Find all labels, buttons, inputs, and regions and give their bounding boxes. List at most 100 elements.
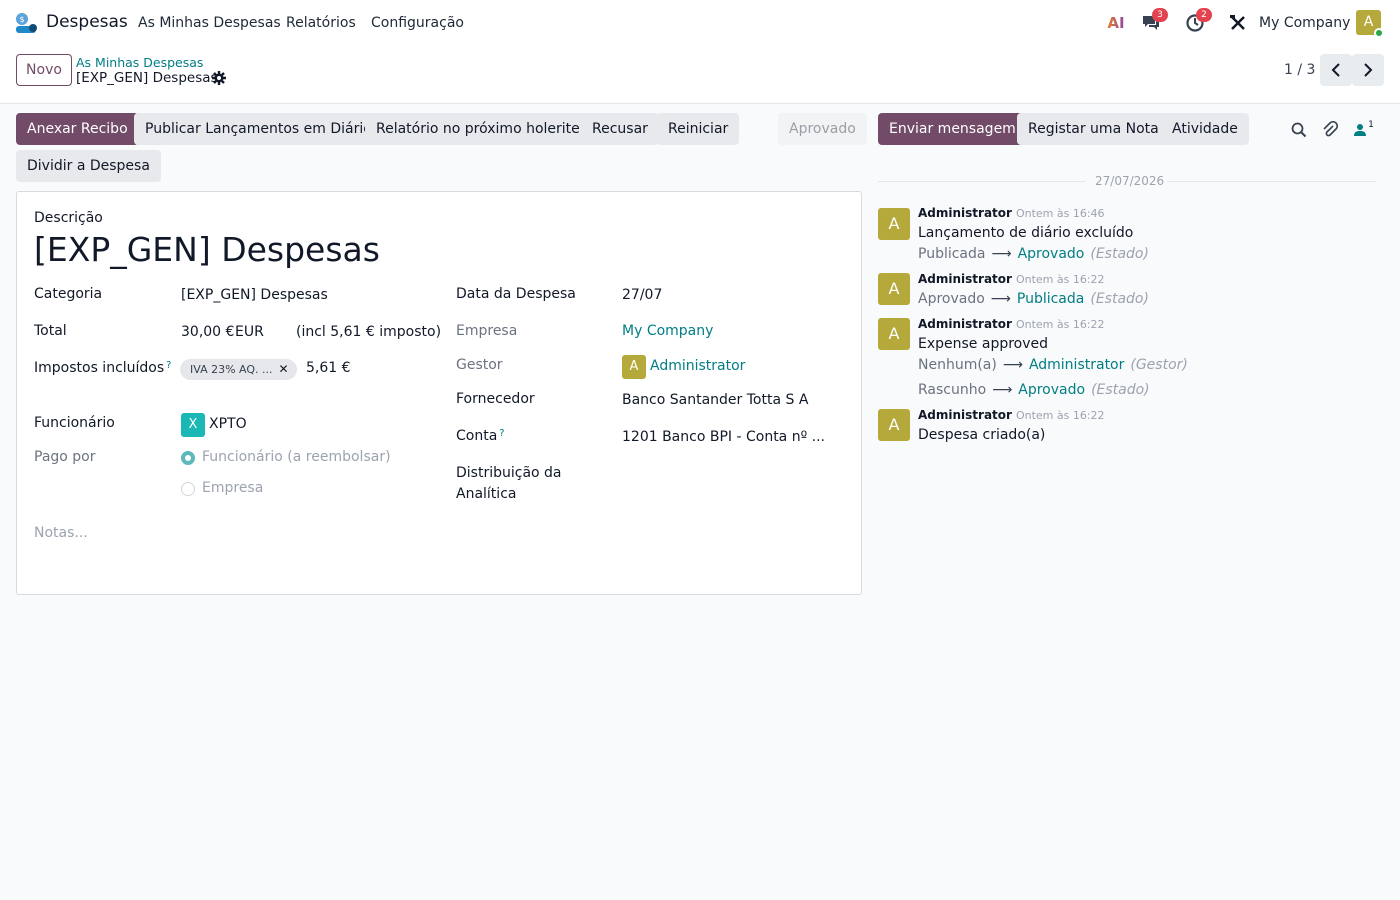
tax-tag[interactable]: IVA 23% AQ. ... ✕	[180, 359, 297, 380]
send-message-button[interactable]: Enviar mensagem	[878, 113, 1027, 145]
manager-label: Gestor	[456, 357, 503, 373]
company-switcher[interactable]: My Company	[1259, 15, 1350, 31]
message-author: Administrator Ontem às 16:22	[918, 408, 1105, 422]
refuse-button[interactable]: Recusar	[581, 113, 659, 145]
app-name[interactable]: Despesas	[46, 12, 128, 32]
message-avatar[interactable]: A	[878, 208, 910, 240]
message-author-name[interactable]: Administrator	[918, 408, 1012, 422]
analytic-distribution-label-2: Analítica	[456, 486, 517, 502]
message-body: Lançamento de diário excluído	[918, 225, 1134, 241]
tracking-field-name: (Estado)	[1091, 382, 1150, 398]
message-avatar[interactable]: A	[878, 409, 910, 441]
account-label: Conta?	[456, 428, 505, 444]
tracking-old-value: Publicada	[918, 246, 986, 262]
help-tooltip-icon[interactable]: ?	[166, 360, 171, 371]
total-amount-field[interactable]: 30,00 €	[181, 324, 234, 340]
activities-badge: 2	[1196, 8, 1212, 22]
ai-label: AI	[1107, 14, 1125, 32]
message-author: Administrator Ontem às 16:22	[918, 317, 1105, 331]
employee-field[interactable]: XPTO	[209, 416, 247, 432]
split-expense-button[interactable]: Dividir a Despesa	[16, 150, 161, 182]
activity-button[interactable]: Atividade	[1161, 113, 1249, 145]
message-avatar[interactable]: A	[878, 273, 910, 305]
arrow-right-icon: ⟶	[991, 246, 1012, 262]
paid-by-company-label[interactable]: Empresa	[202, 480, 263, 496]
pager-next-button[interactable]	[1352, 54, 1384, 86]
report-next-payslip-button[interactable]: Relatório no próximo holerite	[365, 113, 591, 145]
activities-clock-icon[interactable]: 2	[1183, 8, 1212, 35]
tracking-value: Publicada ⟶ Aprovado (Estado)	[918, 246, 1149, 262]
attach-receipt-button[interactable]: Anexar Recibo	[16, 113, 139, 145]
vendor-field[interactable]: Banco Santander Totta S A	[622, 392, 808, 408]
tracking-field-name: (Estado)	[1090, 246, 1149, 262]
manager-avatar: A	[622, 355, 646, 379]
control-panel: Novo As Minhas Despesas [EXP_GEN] Despes…	[0, 46, 1400, 104]
paid-by-employee-radio[interactable]	[181, 451, 195, 465]
user-initial: A	[1363, 14, 1374, 30]
paid-by-employee-label[interactable]: Funcionário (a reembolsar)	[202, 449, 391, 465]
user-avatar[interactable]: A	[1356, 10, 1384, 38]
status-approved: Aprovado	[778, 113, 867, 145]
close-icon[interactable]: ✕	[279, 362, 289, 376]
pager-value[interactable]: 1 / 3	[1284, 62, 1315, 78]
ai-icon[interactable]: AI	[1104, 11, 1128, 35]
expense-date-label: Data da Despesa	[456, 286, 576, 302]
message-author-name[interactable]: Administrator	[918, 272, 1012, 286]
message-author: Administrator Ontem às 16:22	[918, 272, 1105, 286]
expense-date-field[interactable]: 27/07	[622, 287, 662, 303]
expenses-app-icon[interactable]: $	[14, 12, 38, 34]
chevron-right-icon	[1364, 63, 1373, 77]
tracking-value: Nenhum(a) ⟶ Administrator (Gestor)	[918, 357, 1188, 373]
tracking-field-name: (Estado)	[1090, 291, 1149, 307]
manager-field[interactable]: Administrator	[650, 358, 745, 374]
tracking-old-value: Aprovado	[918, 291, 985, 307]
menu-my-expenses[interactable]: As Minhas Despesas	[138, 15, 281, 31]
arrow-right-icon: ⟶	[1002, 357, 1023, 373]
category-field[interactable]: [EXP_GEN] Despesas	[181, 287, 328, 303]
tax-amount-field[interactable]: 5,61 €	[306, 360, 351, 376]
messages-icon[interactable]: 3	[1139, 8, 1168, 35]
date-separator-text: 27/07/2026	[1095, 174, 1165, 188]
message-body: Despesa criado(a)	[918, 427, 1046, 443]
followers-icon[interactable]: 1	[1352, 120, 1376, 140]
svg-text:$: $	[19, 15, 24, 24]
tracking-old-value: Rascunho	[918, 382, 987, 398]
tracking-new-value: Aprovado	[1017, 246, 1085, 262]
help-tooltip-icon[interactable]: ?	[499, 428, 504, 439]
paid-by-label: Pago por	[34, 449, 96, 465]
gear-icon[interactable]	[212, 71, 226, 89]
post-journal-entries-button[interactable]: Publicar Lançamentos em Diário	[134, 113, 383, 145]
reset-button[interactable]: Reiniciar	[657, 113, 740, 145]
message-author: Administrator Ontem às 16:46	[918, 206, 1105, 220]
account-label-text: Conta	[456, 428, 498, 444]
message-author-name[interactable]: Administrator	[918, 317, 1012, 331]
currency-field[interactable]: EUR	[235, 324, 264, 340]
menu-reports[interactable]: Relatórios	[286, 15, 356, 31]
notes-field[interactable]: Notas...	[34, 525, 88, 541]
account-field[interactable]: 1201 Banco BPI - Conta nº ...	[622, 429, 825, 445]
analytic-distribution-label: Distribuição da	[456, 465, 562, 481]
arrow-right-icon: ⟶	[992, 382, 1013, 398]
debug-tools-icon[interactable]	[1226, 11, 1250, 35]
tracking-old-value: Nenhum(a)	[918, 357, 997, 373]
search-icon[interactable]	[1289, 120, 1309, 140]
tracking-new-value: Administrator	[1028, 357, 1125, 373]
breadcrumb-parent[interactable]: As Minhas Despesas	[76, 55, 203, 70]
employee-label: Funcionário	[34, 415, 115, 431]
message-author-name[interactable]: Administrator	[918, 206, 1012, 220]
message-avatar[interactable]: A	[878, 318, 910, 350]
log-note-button[interactable]: Registar uma Nota	[1017, 113, 1170, 145]
tracking-new-value: Aprovado	[1018, 382, 1086, 398]
expense-title[interactable]: [EXP_GEN] Despesas	[34, 230, 380, 269]
menu-configuration[interactable]: Configuração	[371, 15, 464, 31]
new-button[interactable]: Novo	[16, 54, 72, 86]
message-time: Ontem às 16:22	[1015, 273, 1105, 286]
chevron-left-icon	[1331, 63, 1340, 77]
tax-note: (incl 5,61 € imposto)	[296, 324, 442, 340]
paid-by-company-radio[interactable]	[181, 482, 195, 496]
company-field[interactable]: My Company	[622, 323, 713, 339]
pager-previous-button[interactable]	[1320, 54, 1352, 86]
tracking-value: Aprovado ⟶ Publicada (Estado)	[918, 291, 1149, 307]
paperclip-icon[interactable]	[1320, 120, 1340, 140]
message-time: Ontem às 16:22	[1015, 318, 1105, 331]
